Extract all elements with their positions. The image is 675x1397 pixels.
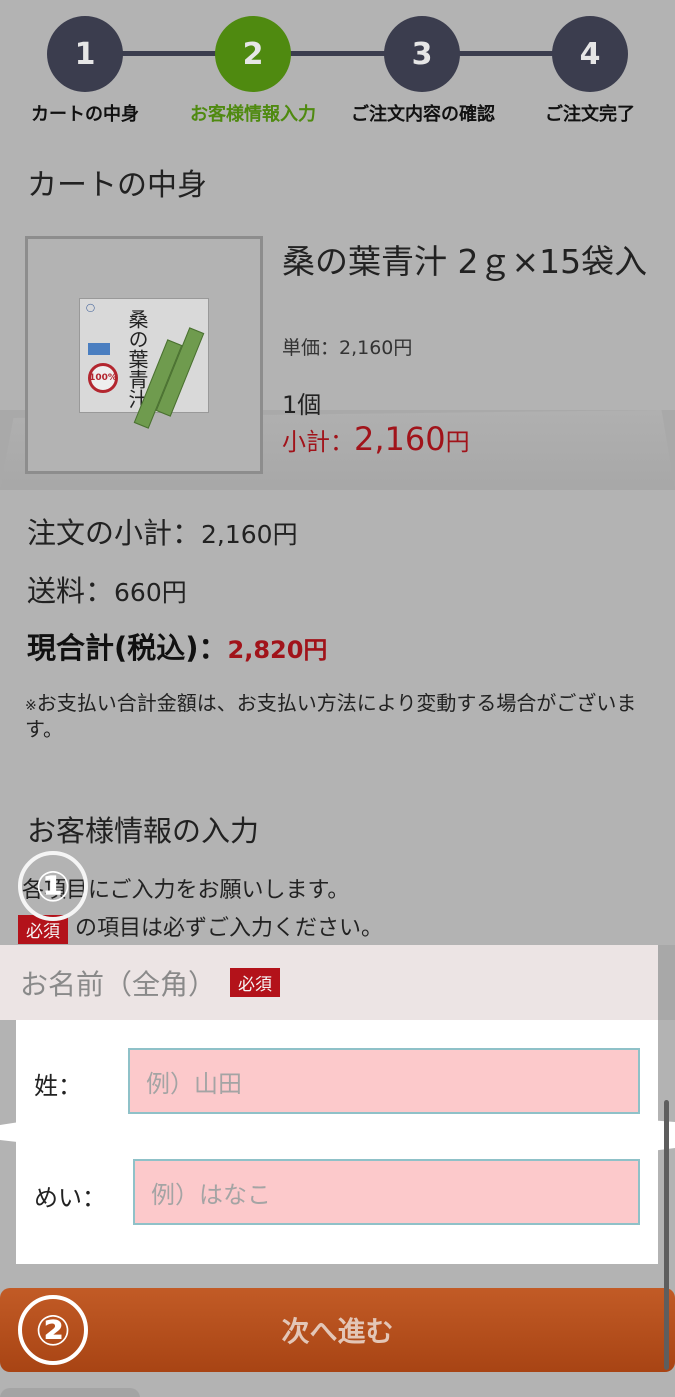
shipping-label: 送料： — [27, 574, 115, 608]
annotation-circle-1: ① — [18, 851, 88, 921]
total-label: 現合計(税込)： — [27, 631, 228, 665]
customer-info-title: お客様情報の入力 — [27, 814, 260, 848]
scrollbar[interactable] — [664, 1100, 669, 1370]
required-note-text: の項目は必ずご入力ください。 — [68, 916, 383, 941]
stepper-line — [86, 51, 590, 56]
step-1-label: カートの中身 — [31, 104, 139, 125]
note-text: お支払い合計金額は、お支払い方法により変動する場合がございます。 — [25, 691, 637, 741]
order-subtotal-value: 2,160円 — [201, 520, 298, 549]
annotation-circle-2: ② — [18, 1295, 88, 1365]
product-name[interactable]: 桑の葉青汁 2ｇ×15袋入 — [282, 238, 652, 286]
product-image[interactable]: ◯ 100% 桑の葉青汁 — [25, 236, 263, 474]
first-name-label: めい： — [34, 1184, 106, 1212]
name-section-label: お名前（全角） — [20, 967, 217, 1001]
subtotal-label: 小計： — [282, 428, 354, 456]
step-3-circle: 3 — [384, 16, 460, 92]
checkout-stepper: 1 2 3 4 カートの中身 お客様情報入力 ご注文内容の確認 ご注文完了 — [0, 0, 675, 150]
name-required-badge: 必須 — [230, 968, 281, 997]
subtotal-amount: 2,160 — [354, 420, 446, 458]
order-subtotal-label: 注文の小計： — [27, 516, 202, 550]
item-subtotal: 小計：2,160円 — [282, 420, 470, 458]
step-3-label: ご注文内容の確認 — [351, 104, 495, 125]
package-percent-badge: 100% — [88, 362, 118, 393]
step-4-label: ご注文完了 — [545, 104, 635, 125]
package-brand-mark: ◯ — [86, 302, 95, 312]
step-2-circle: 2 — [215, 16, 291, 92]
next-button[interactable]: 次へ進む — [0, 1288, 675, 1372]
first-name-input[interactable]: 例）はなこ — [133, 1159, 640, 1225]
shipping-fee: 送料：660円 — [27, 568, 187, 610]
product-package: ◯ 100% 桑の葉青汁 — [79, 297, 209, 429]
subtotal-unit: 円 — [445, 428, 470, 456]
note-mark: ※ — [25, 698, 37, 714]
order-subtotal: 注文の小計：2,160円 — [27, 510, 298, 552]
step-4-circle: 4 — [552, 16, 628, 92]
cart-title: カートの中身 — [27, 168, 207, 203]
last-name-label: 姓： — [34, 1072, 82, 1100]
step-1-circle: 1 — [47, 16, 123, 92]
package-blue-badge — [88, 342, 110, 355]
total-value: 2,820円 — [227, 636, 328, 664]
quantity: 1個 — [282, 391, 322, 419]
bottom-bar — [0, 1388, 140, 1397]
package-product-name: 桑の葉青汁 — [125, 308, 149, 409]
required-note: 必須 の項目は必ずご入力ください。 — [18, 910, 383, 944]
name-section-header: お名前（全角） 必須 — [0, 945, 658, 1020]
grand-total: 現合計(税込)：2,820円 — [27, 625, 327, 667]
payment-note: ※お支払い合計金額は、お支払い方法により変動する場合がございます。 — [25, 690, 655, 742]
step-2-label: お客様情報入力 — [190, 104, 316, 125]
shipping-value: 660円 — [114, 578, 187, 607]
unit-price: 単価：2,160円 — [282, 337, 413, 359]
